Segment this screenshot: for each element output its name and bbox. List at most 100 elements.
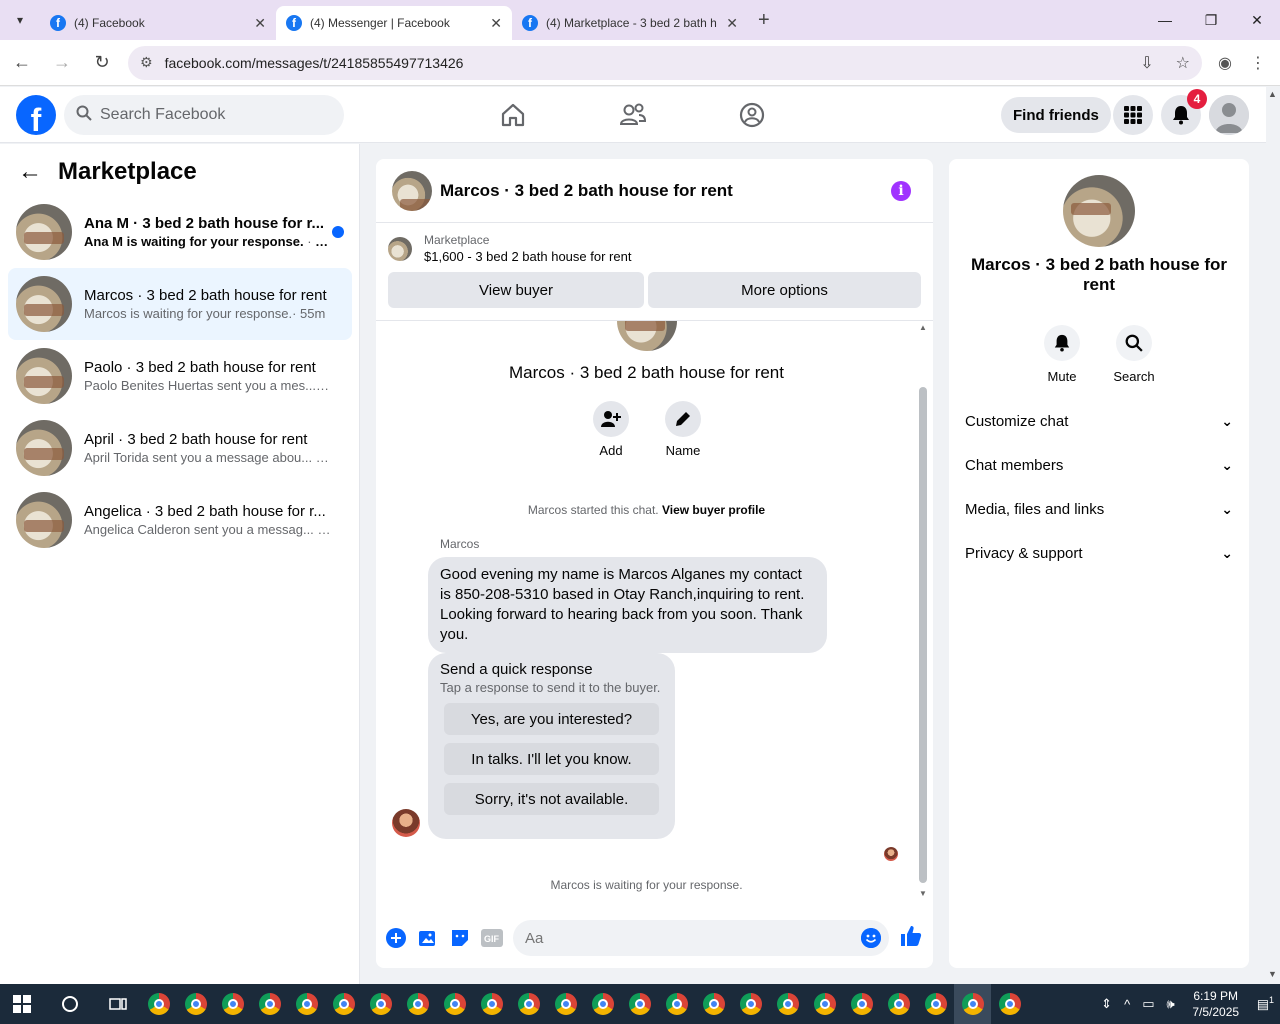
facebook-logo-icon[interactable]: f — [16, 95, 56, 135]
chrome-taskbar-icon[interactable] — [732, 984, 769, 1024]
volume-icon[interactable]: 🕪 — [1166, 996, 1174, 1012]
action-center-icon[interactable]: ▤1 — [1257, 995, 1274, 1012]
menu-grid-icon[interactable] — [1113, 95, 1153, 135]
reload-icon[interactable]: ↻ — [84, 45, 120, 81]
chrome-taskbar-icon[interactable] — [140, 984, 177, 1024]
chrome-taskbar-icon[interactable] — [547, 984, 584, 1024]
sticker-icon[interactable] — [448, 926, 472, 950]
minimize-icon[interactable]: — — [1142, 0, 1188, 40]
forward-arrow-icon[interactable]: → — [44, 45, 80, 81]
listing-summary[interactable]: Marketplace $1,600 - 3 bed 2 bath house … — [376, 223, 933, 264]
scroll-down-arrow-icon[interactable]: ▼ — [919, 889, 927, 898]
browser-tab-marketplace[interactable]: f (4) Marketplace - 3 bed 2 bath h ✕ — [512, 6, 748, 40]
chrome-taskbar-icon[interactable] — [769, 984, 806, 1024]
chrome-taskbar-icon[interactable] — [177, 984, 214, 1024]
scroll-up-arrow-icon[interactable]: ▲ — [1268, 89, 1277, 99]
new-tab-plus-icon[interactable]: + — [758, 9, 770, 32]
scroll-up-arrow-icon[interactable]: ▲ — [919, 323, 927, 332]
account-avatar[interactable] — [1209, 95, 1249, 135]
conversation-item[interactable]: Ana M · 3 bed 2 bath house for r... Ana … — [8, 196, 352, 268]
show-hidden-icons-chevron-icon[interactable]: ^ — [1124, 997, 1130, 1012]
browser-menu-icon[interactable]: ⋮ — [1250, 53, 1266, 73]
gif-icon[interactable]: GIF — [480, 926, 504, 950]
media-files-links-section[interactable]: Media, files and links ⌄ — [965, 487, 1233, 531]
thumbs-up-icon[interactable] — [899, 924, 923, 953]
attach-photo-icon[interactable] — [416, 926, 440, 950]
quick-response-button[interactable]: Yes, are you interested? — [444, 703, 659, 735]
bookmark-star-icon[interactable]: ☆ — [1176, 53, 1190, 73]
chrome-taskbar-icon[interactable] — [880, 984, 917, 1024]
task-view-icon[interactable] — [96, 984, 140, 1024]
browser-tab-facebook[interactable]: f (4) Facebook ✕ — [40, 6, 276, 40]
restore-icon[interactable]: ❐ — [1188, 0, 1234, 40]
more-actions-plus-icon[interactable] — [384, 926, 408, 950]
conversation-item[interactable]: Marcos · 3 bed 2 bath house for rent Mar… — [8, 268, 352, 340]
chrome-taskbar-icon[interactable] — [325, 984, 362, 1024]
windows-start-icon[interactable] — [0, 984, 44, 1024]
address-bar[interactable]: ⚙ facebook.com/messages/t/24185855497713… — [128, 45, 1202, 80]
page-scrollbar[interactable]: ▲ ▼ — [1266, 87, 1280, 984]
chrome-taskbar-icon[interactable] — [991, 984, 1028, 1024]
chrome-taskbar-icon[interactable] — [214, 984, 251, 1024]
customize-chat-section[interactable]: Customize chat ⌄ — [965, 399, 1233, 443]
mute-button[interactable]: Mute — [1032, 325, 1092, 384]
scrollbar-thumb[interactable] — [919, 387, 927, 883]
chat-members-section[interactable]: Chat members ⌄ — [965, 443, 1233, 487]
listing-thumbnail[interactable] — [392, 170, 432, 211]
view-buyer-profile-link[interactable]: View buyer profile — [662, 503, 765, 517]
cortana-search-icon[interactable] — [44, 984, 96, 1024]
network-icon[interactable]: ▭ — [1142, 996, 1154, 1012]
search-conversation-button[interactable]: Search — [1104, 325, 1164, 384]
chrome-taskbar-icon[interactable] — [288, 984, 325, 1024]
privacy-support-section[interactable]: Privacy & support ⌄ — [965, 531, 1233, 575]
tab-close-icon[interactable]: ✕ — [490, 15, 502, 32]
notifications-bell-icon[interactable]: 4 — [1161, 89, 1207, 135]
chrome-taskbar-icon[interactable] — [917, 984, 954, 1024]
chrome-taskbar-icon[interactable] — [584, 984, 621, 1024]
quick-response-button[interactable]: In talks. I'll let you know. — [444, 743, 659, 775]
tab-close-icon[interactable]: ✕ — [726, 15, 738, 32]
chat-title[interactable]: Marcos · 3 bed 2 bath house for rent — [440, 181, 733, 201]
back-arrow-icon[interactable]: ← — [4, 45, 40, 81]
install-app-icon[interactable]: ⇩ — [1140, 53, 1153, 73]
close-window-icon[interactable]: ✕ — [1234, 0, 1280, 40]
facebook-search-input[interactable]: Search Facebook — [64, 95, 344, 135]
more-options-button[interactable]: More options — [648, 272, 921, 308]
conversation-item[interactable]: Paolo · 3 bed 2 bath house for rent Paol… — [8, 340, 352, 412]
chrome-taskbar-icon[interactable] — [473, 984, 510, 1024]
profile-icon[interactable]: ◉ — [1218, 53, 1232, 73]
info-icon[interactable]: i — [891, 181, 911, 201]
chrome-taskbar-icon[interactable] — [436, 984, 473, 1024]
message-input[interactable] — [513, 920, 889, 956]
chrome-taskbar-icon[interactable] — [806, 984, 843, 1024]
emoji-icon[interactable] — [861, 928, 881, 948]
tab-close-icon[interactable]: ✕ — [254, 15, 266, 32]
groups-nav-icon[interactable] — [734, 97, 770, 133]
chrome-taskbar-icon[interactable] — [399, 984, 436, 1024]
chrome-taskbar-icon[interactable] — [621, 984, 658, 1024]
chrome-taskbar-icon[interactable] — [695, 984, 732, 1024]
tab-search-chevron-icon[interactable]: ▾ — [0, 0, 40, 40]
chat-scrollbar[interactable]: ▲ ▼ — [919, 323, 927, 898]
chrome-taskbar-icon[interactable] — [510, 984, 547, 1024]
add-people-button[interactable]: Add — [581, 401, 641, 458]
view-buyer-button[interactable]: View buyer — [388, 272, 644, 308]
taskbar-clock[interactable]: 6:19 PM 7/5/2025 — [1181, 988, 1251, 1020]
site-info-icon[interactable]: ⚙ — [140, 54, 153, 71]
chrome-taskbar-icon[interactable] — [251, 984, 288, 1024]
rename-button[interactable]: Name — [653, 401, 713, 458]
find-friends-button[interactable]: Find friends — [1001, 97, 1111, 133]
friends-nav-icon[interactable] — [615, 97, 651, 133]
back-arrow-icon[interactable]: ← — [18, 158, 42, 186]
chrome-taskbar-icon[interactable] — [362, 984, 399, 1024]
quick-response-button[interactable]: Sorry, it's not available. — [444, 783, 659, 815]
conversation-item[interactable]: April · 3 bed 2 bath house for rent Apri… — [8, 412, 352, 484]
browser-tab-messenger[interactable]: f (4) Messenger | Facebook ✕ — [276, 6, 512, 40]
chrome-taskbar-icon[interactable] — [658, 984, 695, 1024]
chrome-taskbar-icon[interactable] — [954, 984, 991, 1024]
home-nav-icon[interactable] — [495, 97, 531, 133]
chrome-taskbar-icon[interactable] — [843, 984, 880, 1024]
taskbar-scroll-icon[interactable]: ⇕ — [1101, 996, 1112, 1012]
conversation-item[interactable]: Angelica · 3 bed 2 bath house for r... A… — [8, 484, 352, 556]
scroll-down-arrow-icon[interactable]: ▼ — [1268, 969, 1277, 979]
